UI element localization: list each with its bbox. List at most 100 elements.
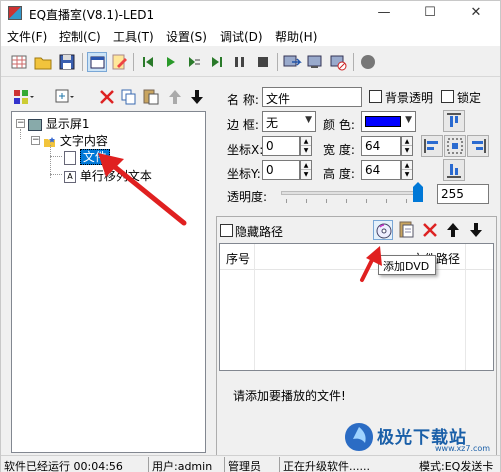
paste-icon[interactable] <box>141 87 163 107</box>
y-stepper[interactable]: ▲ ▼ <box>300 160 312 180</box>
edit-note-icon[interactable] <box>109 52 129 72</box>
align-bottom-icon[interactable] <box>443 159 465 181</box>
close-button[interactable]: ✕ <box>453 1 499 25</box>
slider-tick <box>406 199 407 203</box>
move-up-icon[interactable] <box>443 220 463 240</box>
name-input[interactable]: 文件 <box>262 87 362 107</box>
record-icon[interactable] <box>358 52 378 72</box>
add-item-icon[interactable] <box>54 87 76 107</box>
opacity-label: 透明度: <box>227 190 268 204</box>
toolbar-separator <box>133 53 134 71</box>
width-stepper[interactable]: ▲ ▼ <box>401 136 413 156</box>
menu-control[interactable]: 控制(C) <box>59 28 101 45</box>
annotation-arrow-icon <box>360 246 382 282</box>
add-dvd-icon[interactable] <box>373 220 393 240</box>
remove-icon[interactable] <box>420 220 440 240</box>
align-top-icon[interactable] <box>443 110 465 132</box>
width-input[interactable]: 64 <box>361 136 401 156</box>
column-divider <box>254 244 255 370</box>
menu-file[interactable]: 文件(F) <box>7 28 47 45</box>
move-up-gray-icon[interactable] <box>165 87 187 107</box>
x-input[interactable]: 0 <box>262 136 300 156</box>
menu-debug[interactable]: 调试(D) <box>220 28 263 45</box>
color-select[interactable]: ▼ <box>361 111 416 132</box>
status-divider <box>224 457 225 472</box>
status-upgrading: 正在升级软件...... <box>283 460 370 472</box>
next-icon[interactable] <box>207 52 227 72</box>
align-right-icon[interactable] <box>467 135 489 157</box>
opacity-slider-track[interactable] <box>281 191 421 195</box>
border-select[interactable]: 无 ▼ <box>262 111 316 132</box>
maximize-button[interactable]: ☐ <box>407 1 453 25</box>
program-tree-panel: − 显示屏1 − 文字内容 文件 A 单行移列文本 <box>8 85 207 455</box>
column-divider <box>465 244 466 370</box>
move-down-icon[interactable] <box>466 220 486 240</box>
play-step-icon[interactable] <box>184 52 204 72</box>
menu-tools[interactable]: 工具(T) <box>113 28 154 45</box>
tree-node-screen[interactable]: 显示屏1 <box>28 115 89 132</box>
open-folder-icon[interactable] <box>33 52 53 72</box>
status-runtime: 软件已经运行 00:04:56 <box>4 460 123 472</box>
tree-node-text-content[interactable]: 文字内容 <box>43 132 108 149</box>
border-select-value: 无 <box>266 116 279 130</box>
slider-tick <box>386 199 387 203</box>
move-down-icon[interactable] <box>187 87 209 107</box>
tree-collapse-toggle[interactable]: − <box>31 136 40 145</box>
add-file-icon[interactable] <box>397 220 417 240</box>
opacity-slider-thumb[interactable] <box>413 182 423 202</box>
x-stepper[interactable]: ▲ ▼ <box>300 136 312 156</box>
color-swatch <box>365 116 401 127</box>
slider-tick <box>326 199 327 203</box>
tree-connector <box>20 129 21 139</box>
menu-bar: 文件(F) 控制(C) 工具(T) 设置(S) 调试(D) 帮助(H) <box>1 25 500 46</box>
minimize-button[interactable]: — <box>361 1 407 25</box>
send-screen-icon[interactable] <box>282 52 302 72</box>
slider-tick <box>346 199 347 203</box>
copy-icon[interactable] <box>119 87 141 107</box>
first-icon[interactable] <box>138 52 158 72</box>
width-label: 宽 度: <box>323 143 355 157</box>
stop-icon[interactable] <box>253 52 273 72</box>
y-label: 坐标Y: <box>227 167 261 181</box>
name-label: 名 称: <box>227 93 259 107</box>
toolbar-separator <box>277 53 278 71</box>
window-view-icon[interactable] <box>87 52 107 72</box>
status-bar: 软件已经运行 00:04:56 用户:admin 管理员 正在升级软件.....… <box>1 455 500 472</box>
align-left-icon[interactable] <box>421 135 443 157</box>
menu-settings[interactable]: 设置(S) <box>166 28 207 45</box>
screen-settings-icon[interactable] <box>305 52 325 72</box>
delete-icon[interactable] <box>97 87 119 107</box>
playlist-hint: 请添加要播放的文件! <box>233 389 346 403</box>
col-index-header[interactable]: 序号 <box>226 250 250 267</box>
align-center-icon[interactable] <box>444 135 466 157</box>
app-window: EQ直播室(V8.1)-LED1 — ☐ ✕ 文件(F) 控制(C) 工具(T)… <box>0 0 501 472</box>
tree-connector <box>50 174 62 175</box>
height-input[interactable]: 64 <box>361 160 401 180</box>
document-icon <box>64 150 76 165</box>
watermark-logo-icon <box>345 423 373 451</box>
opacity-input[interactable]: 255 <box>437 184 489 204</box>
grid-icon[interactable] <box>9 52 29 72</box>
play-icon[interactable] <box>161 52 181 72</box>
pause-icon[interactable] <box>230 52 250 72</box>
watermark: 极光下载站 www.xz7.com <box>343 419 501 455</box>
tree-collapse-toggle[interactable]: − <box>16 119 25 128</box>
layout-grid-icon[interactable] <box>12 87 34 107</box>
screen-off-icon[interactable] <box>328 52 348 72</box>
toolbar-separator <box>82 53 83 71</box>
app-logo-icon <box>8 6 22 20</box>
watermark-url: www.xz7.com <box>435 444 491 453</box>
bg-transparent-checkbox[interactable] <box>369 90 382 103</box>
slider-tick <box>306 199 307 203</box>
toolbar-separator <box>353 53 354 71</box>
save-icon[interactable] <box>57 52 77 72</box>
window-title: EQ直播室(V8.1)-LED1 <box>29 8 155 22</box>
status-user: 用户:admin <box>152 460 213 472</box>
status-divider <box>279 457 280 472</box>
height-stepper[interactable]: ▲ ▼ <box>401 160 413 180</box>
lock-checkbox[interactable] <box>441 90 454 103</box>
y-input[interactable]: 0 <box>262 160 300 180</box>
height-label: 高 度: <box>323 167 355 181</box>
menu-help[interactable]: 帮助(H) <box>275 28 317 45</box>
hide-path-checkbox[interactable] <box>220 224 233 237</box>
